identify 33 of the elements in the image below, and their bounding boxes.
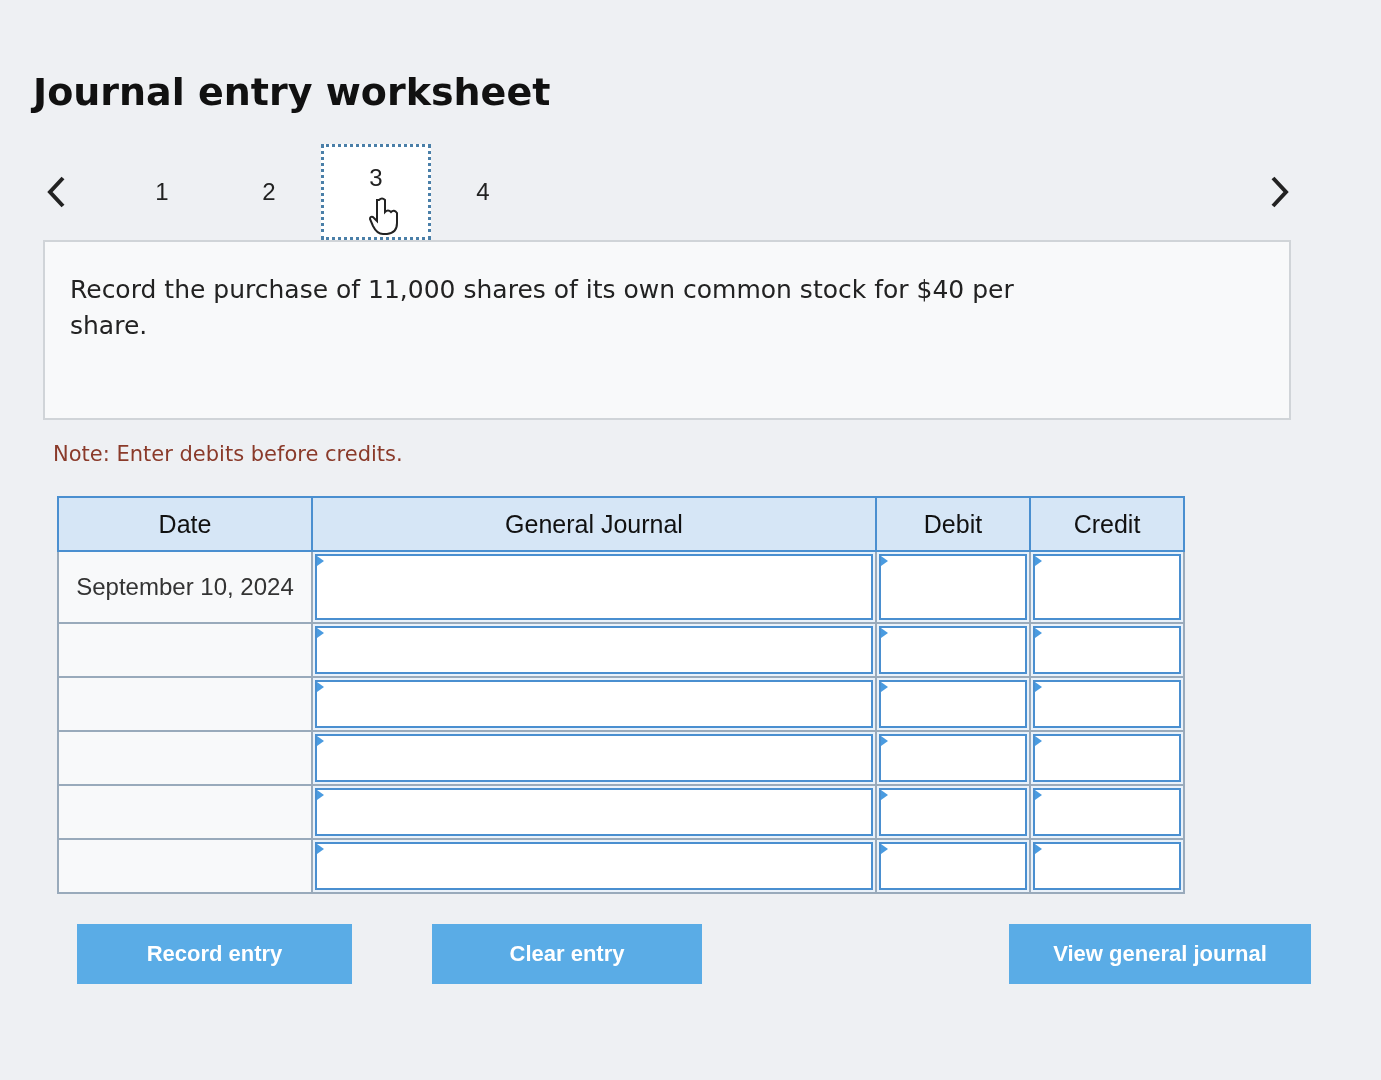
column-header: General Journal: [312, 497, 876, 551]
input-field[interactable]: [879, 734, 1027, 782]
column-header: Debit: [876, 497, 1030, 551]
input-field[interactable]: [315, 554, 873, 620]
input-field[interactable]: [879, 842, 1027, 890]
input-field[interactable]: [315, 626, 873, 674]
step-tab[interactable]: 4: [428, 144, 538, 240]
input-field[interactable]: [879, 626, 1027, 674]
input-field[interactable]: [315, 842, 873, 890]
worksheet-title: Journal entry worksheet: [33, 70, 552, 114]
input-field[interactable]: [1033, 554, 1181, 620]
input-field[interactable]: [315, 788, 873, 836]
input-field[interactable]: [879, 788, 1027, 836]
hand-cursor-icon: [369, 196, 401, 236]
question-text: Record the purchase of 11,000 shares of its own common stock for $40 per share.: [70, 274, 1015, 342]
input-field[interactable]: [1033, 626, 1181, 674]
input-field[interactable]: [1033, 788, 1181, 836]
input-field[interactable]: [1033, 842, 1181, 890]
column-header: Date: [58, 497, 312, 551]
step-tab[interactable]: 3: [321, 144, 431, 240]
step-tab[interactable]: 1: [107, 144, 217, 240]
input-field[interactable]: [315, 680, 873, 728]
input-field[interactable]: [879, 554, 1027, 620]
step-tab[interactable]: 2: [214, 144, 324, 240]
input-field[interactable]: [1033, 734, 1181, 782]
previous-icon[interactable]: [45, 175, 67, 209]
input-field[interactable]: [1033, 680, 1181, 728]
date-cell: September 10, 2024: [58, 551, 312, 623]
next-icon[interactable]: [1269, 175, 1291, 209]
note-text: Note: Enter debits before credits.: [53, 442, 404, 466]
input-field[interactable]: [315, 734, 873, 782]
column-header: Credit: [1030, 497, 1184, 551]
input-field[interactable]: [879, 680, 1027, 728]
